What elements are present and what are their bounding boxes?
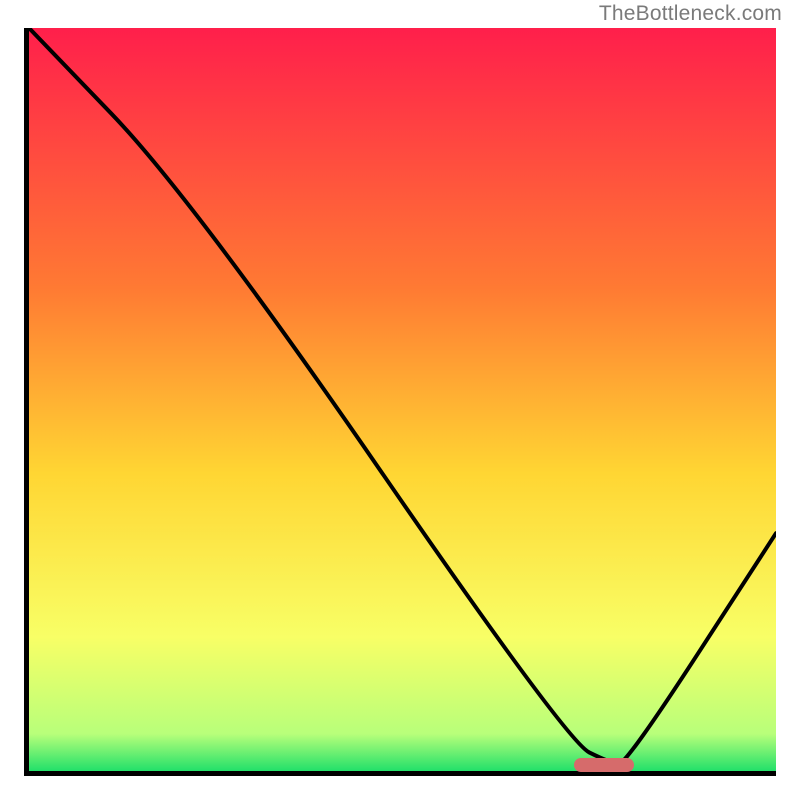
optimal-range-marker <box>574 758 634 772</box>
chart-curve <box>29 28 776 771</box>
watermark-text: TheBottleneck.com <box>599 2 782 26</box>
chart-plot-area <box>24 28 776 776</box>
